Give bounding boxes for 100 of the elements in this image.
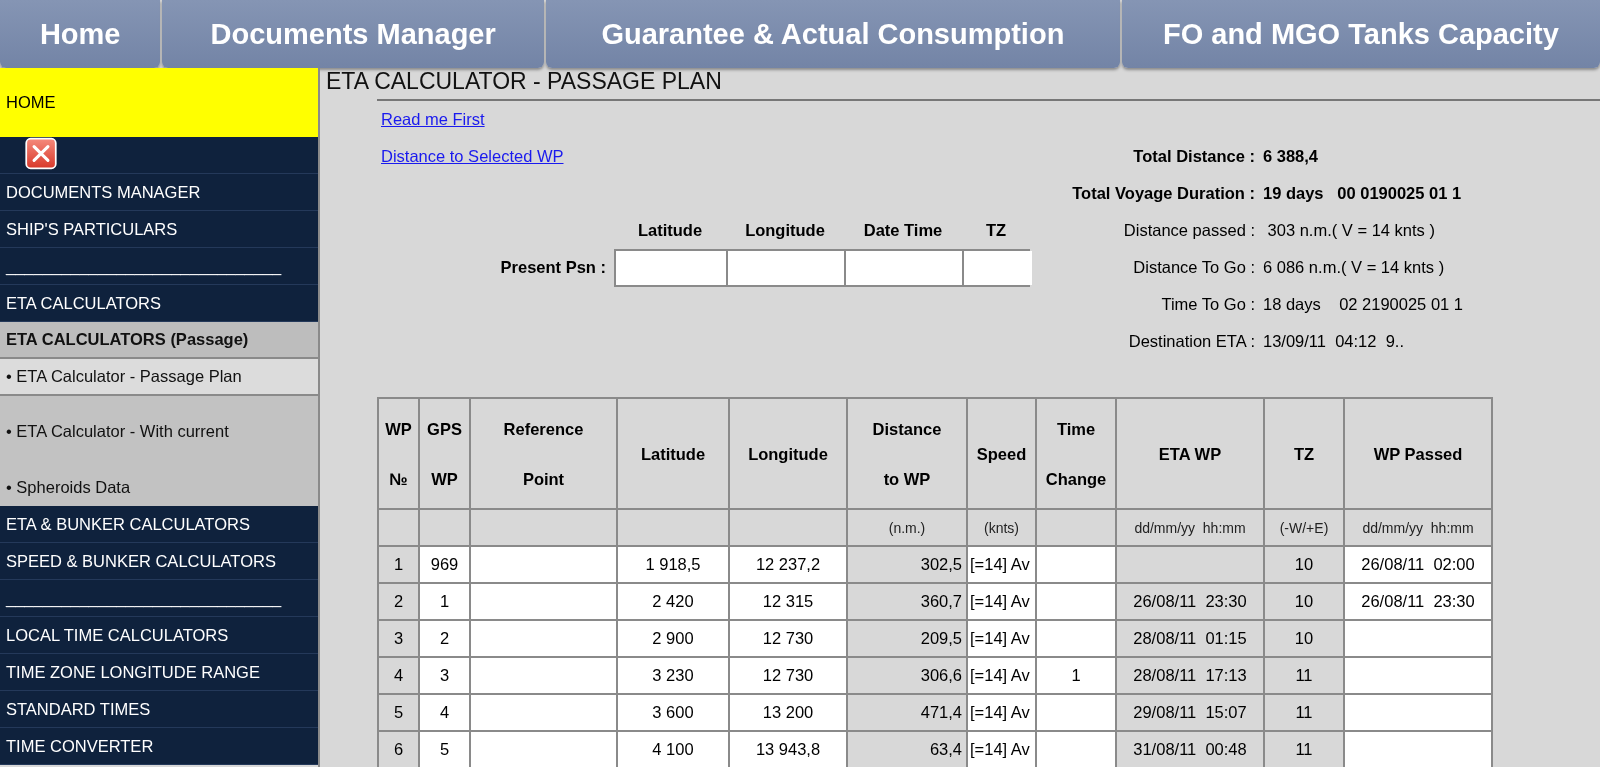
unit-label: dd/mm/yy hh:mm — [1362, 519, 1474, 536]
table-cell: 26/08/11 23:30 — [1133, 592, 1247, 610]
page-title: ETA CALCULATOR - PASSAGE PLAN — [326, 68, 722, 95]
summary-value: 13/09/11 04:12 9.. — [1263, 332, 1404, 351]
table-cell: 28/08/11 17:13 — [1133, 666, 1247, 684]
table-cell: 4 — [439, 703, 450, 721]
summary-value: 18 days 02 2190025 01 1 — [1263, 295, 1463, 314]
column-header: Distance to WP — [847, 398, 967, 509]
sidebar-item[interactable]: ETA CALCULATORS — [0, 285, 318, 322]
column-header: Time Change — [1036, 398, 1116, 509]
table-cell: 31/08/11 00:48 — [1133, 740, 1247, 758]
table-cell: 12 237,2 — [755, 555, 821, 573]
unit-label: (knts) — [984, 519, 1019, 536]
field-label: Longitude — [744, 221, 826, 240]
column-header: TZ — [1264, 398, 1344, 509]
table-cell: 4 100 — [652, 740, 694, 758]
column-header: ETA WP — [1116, 398, 1264, 509]
summary-label: Destination ETA : — [1128, 332, 1256, 351]
close-icon[interactable] — [22, 137, 60, 170]
table-cell: 10 — [1294, 629, 1314, 647]
table-cell: 12 730 — [762, 629, 814, 647]
table-cell: 6 — [393, 740, 404, 758]
input-field[interactable] — [846, 251, 964, 285]
table-cell: 10 — [1294, 592, 1314, 610]
table-cell: 29/08/11 15:07 — [1133, 703, 1247, 721]
column-header: Reference Point — [470, 398, 617, 509]
table-cell: 28/08/11 01:15 — [1133, 629, 1247, 647]
sidebar-item[interactable]: • ETA Calculator - Passage Plan — [0, 359, 318, 396]
table-cell: 63,4 — [929, 740, 962, 758]
input-field[interactable] — [964, 251, 1032, 285]
table-cell: 1 — [393, 555, 404, 573]
sidebar-item[interactable]: LOCAL TIME CALCULATORS — [0, 617, 318, 654]
field-label: TZ — [984, 221, 1008, 240]
table-cell: 11 — [1295, 740, 1313, 758]
summary-label: Total Distance : — [1133, 147, 1256, 166]
summary-label: Time To Go : — [1161, 295, 1256, 314]
summary-label: Total Voyage Duration : — [1072, 184, 1256, 203]
input-field[interactable] — [616, 251, 728, 285]
table-cell: 13 943,8 — [755, 740, 821, 758]
table-cell: 12 315 — [762, 592, 814, 610]
table-cell: [=14] Av — [970, 666, 1030, 684]
table-cell: 1 918,5 — [645, 555, 701, 573]
table-cell: 306,6 — [920, 666, 962, 684]
unit-label: (-W/+E) — [1279, 519, 1329, 536]
table-cell: 471,4 — [920, 703, 962, 721]
column-header: WP Passed — [1344, 398, 1492, 509]
sidebar-item[interactable]: SPEED & BUNKER CALCULATORS — [0, 543, 318, 580]
table-cell: 3 600 — [652, 703, 694, 721]
table-cell: 4 — [393, 666, 404, 684]
column-header: Latitude — [617, 398, 729, 509]
table-cell: 360,7 — [920, 592, 962, 610]
summary-value: 6 388,4 — [1263, 147, 1319, 166]
field-label: Latitude — [636, 221, 704, 240]
sidebar-item[interactable]: HOME — [0, 68, 318, 137]
table-cell: [=14] Av — [970, 629, 1030, 647]
field-label: Date Time — [862, 221, 944, 240]
column-header: Speed — [967, 398, 1036, 509]
table-cell: 5 — [393, 703, 404, 721]
table-cell: 3 — [393, 629, 404, 647]
input-field[interactable] — [728, 251, 846, 285]
unit-label: (n.m.) — [888, 519, 926, 536]
link[interactable]: Distance to Selected WP — [381, 147, 564, 166]
table-cell: 11 — [1295, 703, 1313, 721]
table-cell: 2 900 — [652, 629, 694, 647]
sidebar-item[interactable]: STANDARD TIMES — [0, 691, 318, 728]
table-cell: 1 — [1071, 666, 1081, 684]
sidebar-item[interactable]: • ETA Calculator - With current — [0, 396, 318, 469]
table-cell: 2 420 — [652, 592, 694, 610]
summary-label: Distance passed : — [1123, 221, 1256, 240]
unit-label: dd/mm/yy hh:mm — [1134, 519, 1246, 536]
table-cell: 12 730 — [762, 666, 814, 684]
column-header: WP № — [378, 398, 419, 509]
table-cell: 10 — [1294, 555, 1314, 573]
table-cell: 302,5 — [920, 555, 962, 573]
sidebar-item[interactable]: DOCUMENTS MANAGER — [0, 174, 318, 211]
sidebar-item[interactable]: ETA CALCULATORS (Passage) — [0, 322, 318, 359]
table-cell: 2 — [439, 629, 450, 647]
table-cell: 2 — [393, 592, 404, 610]
table-cell: [=14] Av — [970, 555, 1030, 573]
table-cell: 3 230 — [652, 666, 694, 684]
table-cell: 26/08/11 02:00 — [1361, 555, 1475, 573]
sidebar-item[interactable]: TIME CONVERTER — [0, 728, 318, 765]
link[interactable]: Read me First — [381, 110, 485, 129]
sidebar-item[interactable]: SHIP'S PARTICULARS — [0, 211, 318, 248]
sidebar-item[interactable]: TIME ZONE LONGITUDE RANGE — [0, 654, 318, 691]
column-header: Longitude — [729, 398, 847, 509]
table-cell: 5 — [439, 740, 450, 758]
summary-value: 19 days 00 0190025 01 1 — [1263, 184, 1462, 203]
table-cell: 3 — [439, 666, 450, 684]
table-cell: 26/08/11 23:30 — [1361, 592, 1475, 610]
table-cell: 969 — [430, 555, 459, 573]
table-cell: 209,5 — [920, 629, 962, 647]
table-cell: 11 — [1295, 666, 1313, 684]
column-header: GPS WP — [419, 398, 470, 509]
sidebar-item[interactable]: • Spheroids Data — [0, 469, 318, 506]
summary-value: 6 086 n.m.( V = 14 knts ) — [1263, 258, 1445, 277]
table-cell: 1 — [439, 592, 450, 610]
sidebar-item[interactable]: ETA & BUNKER CALCULATORS — [0, 506, 318, 543]
summary-value: 303 n.m.( V = 14 knts ) — [1266, 221, 1435, 240]
table-cell: [=14] Av — [970, 703, 1030, 721]
